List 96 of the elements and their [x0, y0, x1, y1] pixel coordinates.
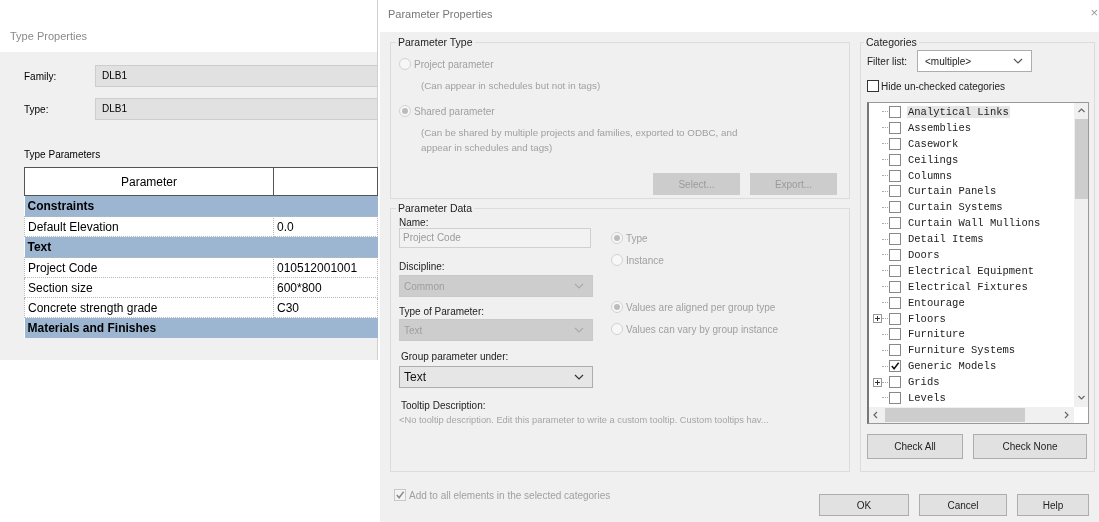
field-label: Group parameter under:: [401, 351, 509, 362]
list-item[interactable]: Electrical Equipment: [907, 264, 1036, 277]
radio-label: Shared parameter: [414, 105, 495, 117]
radio-button[interactable]: [611, 323, 623, 335]
field-label: Filter list:: [867, 55, 907, 67]
field-label: Type:: [24, 103, 50, 115]
dialog-title: Type Properties: [9, 29, 89, 44]
checkbox[interactable]: [889, 312, 901, 325]
table-cell: C30: [273, 297, 378, 318]
field-label: Discipline:: [399, 261, 445, 272]
list-item[interactable]: Generic Models: [907, 360, 998, 373]
cancel-button[interactable]: Cancel: [919, 494, 1007, 516]
list-item[interactable]: Detail Items: [907, 233, 985, 246]
checkbox[interactable]: [889, 185, 901, 198]
list-item[interactable]: Grids: [907, 376, 941, 389]
category-list[interactable]: [867, 102, 1089, 424]
radio-label: Instance: [626, 254, 664, 266]
radio-button[interactable]: [611, 254, 623, 266]
table-cell: Section size: [24, 277, 274, 298]
list-item[interactable]: Columns: [907, 169, 954, 182]
list-item[interactable]: Casework: [907, 137, 960, 150]
group-header[interactable]: Text: [24, 236, 378, 258]
checkbox[interactable]: [889, 296, 901, 309]
chevron-icon: [574, 283, 584, 289]
checkbox[interactable]: [867, 80, 879, 92]
list-item[interactable]: Doors: [907, 248, 941, 261]
radio-label: Values can vary by group instance: [626, 323, 779, 335]
checkbox[interactable]: [889, 233, 901, 246]
group-title: Categories: [865, 36, 918, 48]
dropdown[interactable]: Text: [399, 366, 593, 388]
checkbox[interactable]: [889, 137, 901, 150]
field-label: Name:: [399, 217, 429, 228]
chevron-icon: [574, 374, 584, 380]
list-item[interactable]: Analytical Links: [907, 105, 1010, 118]
table-cell: 010512001001: [273, 257, 378, 278]
table-cell: 0.0: [273, 216, 378, 237]
table-cell: 600*800: [273, 277, 378, 298]
checkbox[interactable]: [889, 264, 901, 277]
list-item[interactable]: Curtain Systems: [907, 201, 1004, 214]
checkbox[interactable]: [889, 391, 901, 404]
chevron-icon: [574, 327, 584, 333]
checkbox[interactable]: [889, 248, 901, 261]
check-all-button[interactable]: Check All: [867, 434, 963, 459]
radio-button[interactable]: [611, 232, 623, 244]
checkbox[interactable]: [889, 153, 901, 166]
tooltip-description: <No tooltip description. Edit this parameter to write a custom tooltip. Custom tooltips hav...: [399, 415, 770, 425]
field-label: Family:: [24, 70, 58, 82]
checkbox[interactable]: [889, 360, 901, 373]
list-item[interactable]: Furniture: [907, 328, 966, 341]
checkbox[interactable]: [889, 105, 901, 118]
field-label: Tooltip Description:: [401, 400, 486, 411]
checkbox[interactable]: [889, 169, 901, 182]
expand-icon[interactable]: [873, 377, 882, 387]
radio-label: Type: [626, 232, 648, 244]
group-header[interactable]: Materials and Finishes: [24, 317, 378, 338]
list-item[interactable]: Levels: [907, 391, 947, 404]
option-note: (Can appear in schedules but not in tags): [421, 79, 602, 93]
checkbox-label: Add to all elements in the selected categories: [409, 489, 611, 501]
list-item[interactable]: Entourage: [907, 296, 966, 309]
table-cell: Project Code: [24, 257, 274, 278]
group-title: Parameter Type: [397, 36, 474, 48]
list-item[interactable]: Electrical Fixtures: [907, 280, 1029, 293]
list-item[interactable]: Assemblies: [907, 121, 972, 134]
checkbox[interactable]: [889, 217, 901, 230]
list-item[interactable]: Curtain Wall Mullions: [907, 217, 1042, 230]
checkbox[interactable]: [889, 201, 901, 214]
checkbox[interactable]: [889, 344, 901, 357]
checkbox[interactable]: [889, 280, 901, 293]
expand-icon[interactable]: [873, 314, 882, 323]
field-label: Type of Parameter:: [399, 306, 485, 317]
list-item[interactable]: Floors: [907, 312, 947, 325]
help-button[interactable]: Help: [1017, 494, 1089, 516]
table-cell: Concrete strength grade: [24, 297, 274, 318]
option-note: (Can be shared by multiple projects and families, exported to ODBC, and appear in schedules and tags): [421, 126, 739, 155]
checkbox[interactable]: [889, 121, 901, 134]
radio-label: Project parameter: [414, 58, 494, 70]
list-item[interactable]: Curtain Panels: [907, 185, 998, 198]
column-header: Parameter: [24, 167, 274, 196]
group-header[interactable]: Constraints: [24, 195, 378, 217]
list-item[interactable]: Furniture Systems: [907, 344, 1017, 357]
input-field[interactable]: DLB1: [95, 98, 377, 120]
radio-button[interactable]: [611, 301, 623, 313]
group-title: Parameter Data: [397, 202, 474, 214]
ok-button[interactable]: OK: [819, 494, 909, 516]
list-item[interactable]: Ceilings: [907, 153, 960, 166]
dialog-title: Parameter Properties: [388, 8, 493, 20]
check-none-button[interactable]: Check None: [973, 434, 1087, 459]
section-title: Type Parameters: [24, 149, 102, 160]
chevron-icon: [1013, 58, 1023, 64]
checkbox[interactable]: [889, 328, 901, 341]
checkbox[interactable]: [889, 376, 901, 389]
table-cell: Default Elevation: [24, 216, 274, 237]
filter-dropdown[interactable]: <multiple>: [917, 50, 1032, 72]
radio-label: Values are aligned per group type: [626, 301, 776, 313]
checkbox-label: Hide un-checked categories: [881, 80, 1005, 92]
input-field[interactable]: DLB1: [95, 65, 377, 87]
